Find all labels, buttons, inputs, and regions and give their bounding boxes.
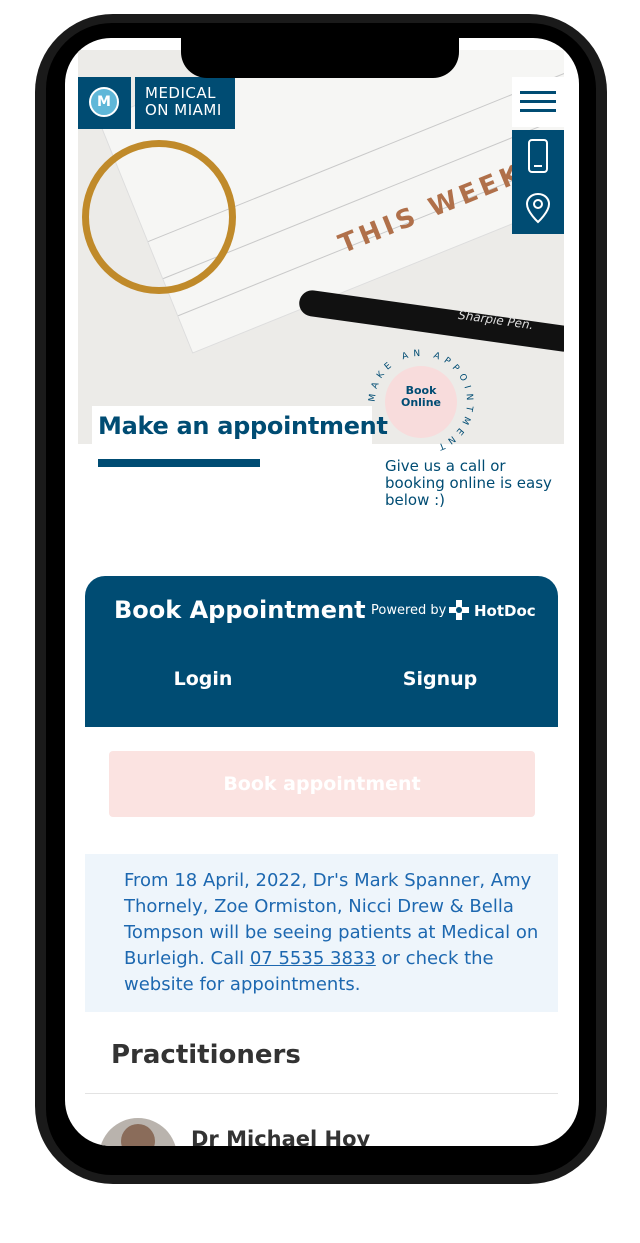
hamburger-menu-icon <box>520 91 556 94</box>
tab-login[interactable]: Login <box>155 668 251 698</box>
tab-signup[interactable]: Signup <box>385 668 495 698</box>
phone-notch <box>181 34 459 78</box>
hotdoc-logo-icon <box>449 600 469 620</box>
brand-line-2: ON MIAMI <box>145 101 222 119</box>
avatar[interactable] <box>99 1118 177 1146</box>
powered-by-label: Powered by <box>371 603 447 618</box>
section-divider <box>85 1093 558 1094</box>
practitioners-heading: Practitioners <box>111 1040 301 1070</box>
provider-name: HotDoc <box>474 602 536 620</box>
phone-icon <box>528 139 548 173</box>
notice-text: From 18 April, 2022, Dr's Mark Spanner, … <box>124 868 539 998</box>
brand-name[interactable]: MEDICAL ON MIAMI <box>135 77 235 129</box>
page-title: Make an appointment <box>98 412 388 440</box>
hero-bracelet <box>82 140 236 294</box>
book-online-badge-label[interactable]: Book Online <box>385 385 457 409</box>
book-appointment-button[interactable]: Book appointment <box>109 751 535 817</box>
menu-button[interactable] <box>512 77 564 127</box>
map-pin-icon <box>525 192 551 224</box>
hero-subtitle: Give us a call or booking online is easy… <box>385 457 552 509</box>
hero-image: THIS WEEK Sharpie Pen. M MEDICAL ON MIAM… <box>78 50 564 444</box>
notice-banner: From 18 April, 2022, Dr's Mark Spanner, … <box>85 854 558 1012</box>
site-logo[interactable]: M <box>78 77 131 129</box>
logo-mark: M <box>89 87 119 117</box>
planner-grid-line <box>177 105 564 317</box>
phone-screen: THIS WEEK Sharpie Pen. M MEDICAL ON MIAM… <box>65 38 579 1146</box>
location-button[interactable] <box>512 182 564 234</box>
hamburger-menu-icon <box>520 109 556 112</box>
badge-line-2: Online <box>400 396 441 409</box>
brand-line-1: MEDICAL <box>145 84 216 102</box>
title-underline <box>98 459 260 467</box>
avatar-face <box>121 1124 155 1146</box>
hamburger-menu-icon <box>520 100 556 103</box>
booking-widget: Book Appointment Powered by HotDoc Login… <box>85 576 558 727</box>
practitioner-name[interactable]: Dr Michael Hoy <box>191 1127 370 1146</box>
call-button[interactable] <box>512 130 564 182</box>
booking-title: Book Appointment <box>114 596 366 624</box>
notice-phone-link[interactable]: 07 5535 3833 <box>250 948 376 969</box>
